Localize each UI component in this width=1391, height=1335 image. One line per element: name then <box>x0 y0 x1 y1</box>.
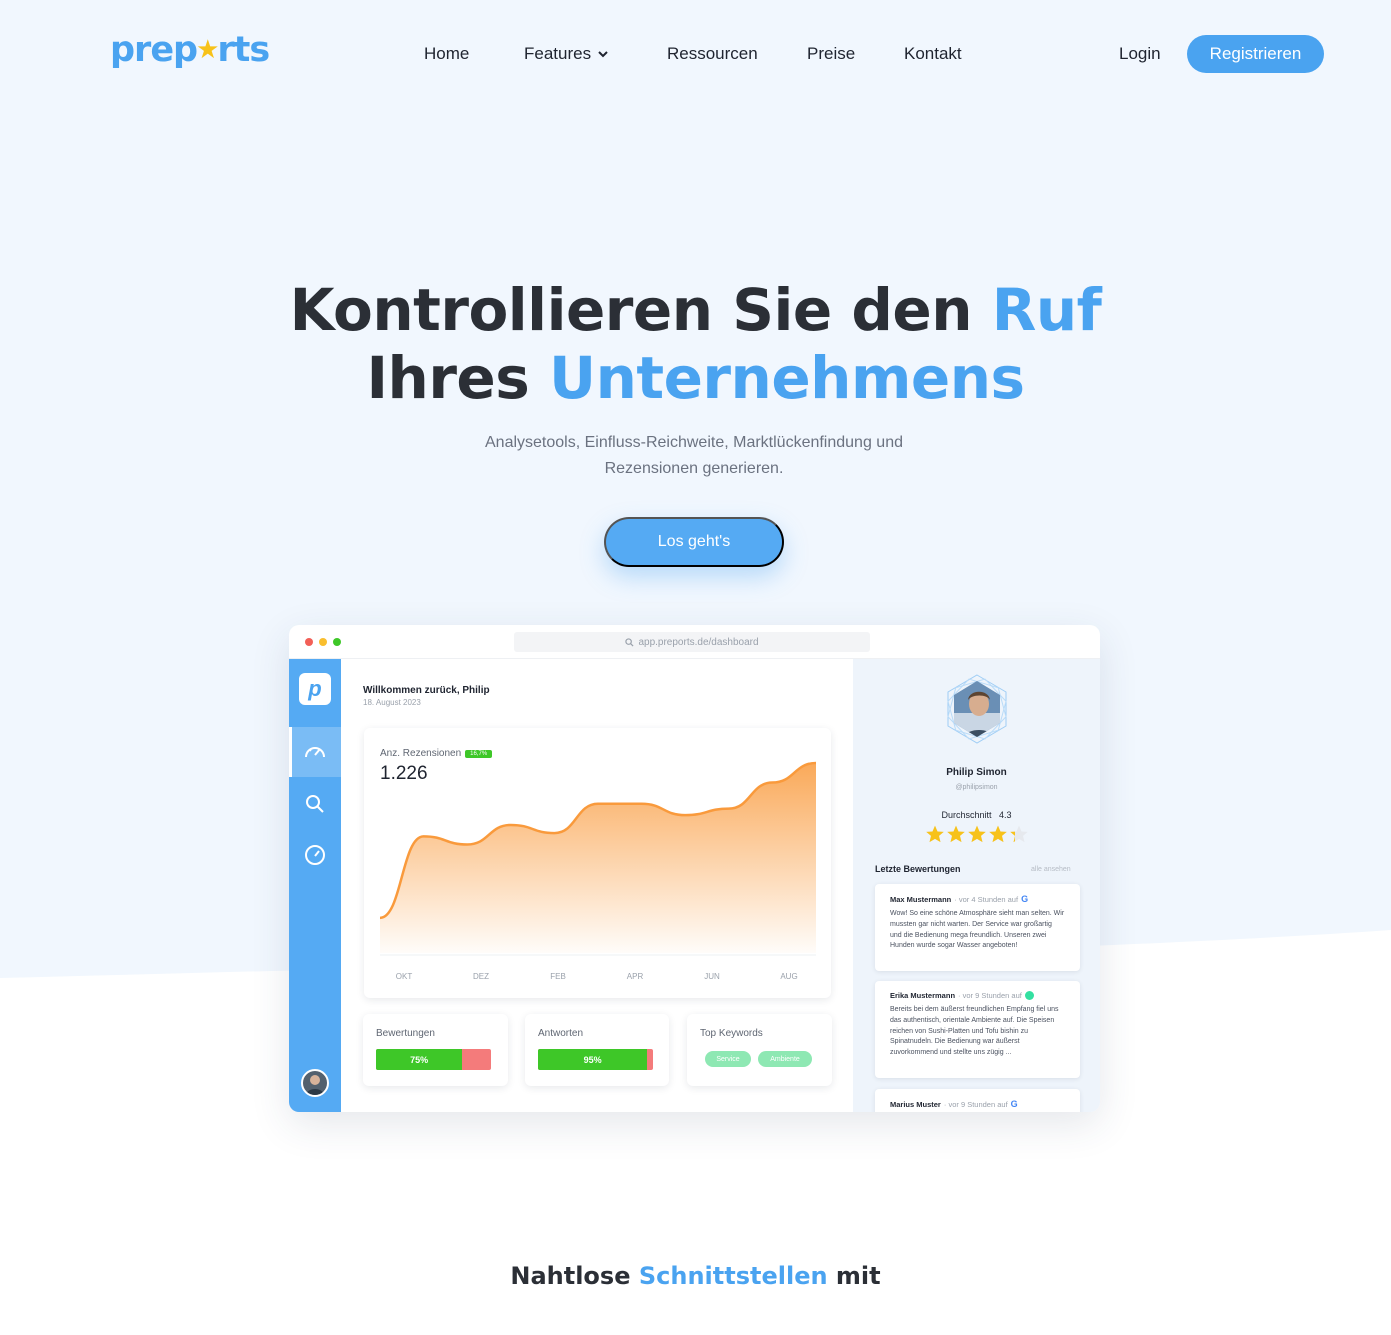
window-minimize-dot <box>319 638 327 646</box>
hero-subtitle-line: Rezensionen generieren. <box>604 460 784 477</box>
window-maximize-dot <box>333 638 341 646</box>
bewertungen-progress: 75% <box>376 1049 491 1070</box>
antworten-card: Antworten 95% <box>525 1014 669 1086</box>
hero-title: Kontrollieren Sie den Ruf Ihres Unterneh… <box>0 276 1391 412</box>
top-navigation: prep ★ rts Home Features Ressourcen Preise… <box>0 0 1391 108</box>
x-tick-label: DEZ <box>473 972 489 981</box>
x-tick-label: FEB <box>550 972 566 981</box>
x-tick-label: AUG <box>780 972 797 981</box>
x-tick-label: OKT <box>396 972 413 981</box>
star-icon <box>925 824 945 844</box>
hero-title-part: Ihres <box>366 344 549 412</box>
reviews-area-chart: OKT DEZ FEB APR JUN AUG <box>379 761 817 981</box>
google-icon: G <box>1021 894 1029 904</box>
review-author: Max Mustermann <box>890 894 952 904</box>
recent-reviews-title: Letzte Bewertungen <box>875 864 961 874</box>
profile-avatar <box>947 674 1007 744</box>
window-close-dot <box>305 638 313 646</box>
review-meta: · vor 4 Stunden auf <box>954 894 1019 904</box>
star-icon <box>988 824 1008 844</box>
hero-subtitle: Analysetools, Einfluss-Reichweite, Markt… <box>420 430 968 482</box>
average-rating: Durchschnitt 4.3 <box>853 810 1100 820</box>
integrations-heading: Nahtlose Schnittstellen mit <box>0 1262 1391 1290</box>
see-all-link[interactable]: alle ansehen <box>1031 866 1071 873</box>
nav-home[interactable]: Home <box>424 44 469 64</box>
logo-text-left: prep <box>110 30 198 70</box>
antworten-title: Antworten <box>538 1028 584 1039</box>
review-meta: · vor 9 Stunden auf <box>958 991 1022 1000</box>
hero-title-part: Kontrollieren Sie den <box>289 276 992 344</box>
chevron-down-icon <box>598 51 608 58</box>
login-link[interactable]: Login <box>1119 44 1161 64</box>
review-text: Wow! So eine schöne Atmosphäre sieht man… <box>890 910 1065 950</box>
average-value: 4.3 <box>999 810 1012 820</box>
integrations-heading-part: mit <box>827 1262 881 1290</box>
top-keywords-card: Top Keywords Service Ambiente <box>687 1014 832 1086</box>
cta-button[interactable]: Los geht's <box>604 517 784 567</box>
review-header: Erika Mustermann · vor 9 Stunden auf <box>890 991 1065 1000</box>
profile-handle: @philipsimon <box>955 784 998 791</box>
star-icon <box>946 824 966 844</box>
nav-preise[interactable]: Preise <box>807 44 855 64</box>
top-keywords-title: Top Keywords <box>700 1028 763 1039</box>
welcome-date: 18. August 2023 <box>363 698 421 707</box>
url-text: app.preports.de/dashboard <box>638 636 759 648</box>
bewertungen-card: Bewertungen 75% <box>363 1014 508 1086</box>
welcome-heading: Willkommen zurück, Philip <box>363 685 490 696</box>
review-author: Erika Mustermann <box>890 991 956 1000</box>
profile-name: Philip Simon <box>946 767 1007 778</box>
hero-title-highlight: Unternehmens <box>548 344 1025 412</box>
hero-subtitle-line: Analysetools, Einfluss-Reichweite, Markt… <box>485 434 903 451</box>
x-tick-label: APR <box>627 972 644 981</box>
reviews-chart-card: Anz. Rezensionen 16,7% 1.226 OKT DEZ FEB AP… <box>364 728 831 998</box>
antworten-progress-fill: 95% <box>538 1049 648 1070</box>
app-logo-icon: p <box>299 673 331 705</box>
star-icon <box>1009 824 1029 844</box>
x-tick-label: JUN <box>704 972 720 981</box>
speedometer-icon[interactable] <box>303 740 327 764</box>
nav-ressourcen[interactable]: Ressourcen <box>667 44 758 64</box>
browser-bar: app.preports.de/dashboard <box>289 625 1100 659</box>
nav-features-label: Features <box>524 44 592 63</box>
star-rating <box>925 824 1029 844</box>
register-button[interactable]: Registrieren <box>1187 35 1324 73</box>
antworten-progress: 95% <box>538 1049 653 1070</box>
review-card[interactable]: Marius Muster · vor 9 Stunden auf G <box>875 1089 1080 1112</box>
chart-area-fill <box>380 763 816 953</box>
search-icon[interactable] <box>303 792 327 816</box>
integrations-heading-highlight: Schnittstellen <box>638 1262 828 1290</box>
user-avatar[interactable] <box>301 1069 329 1097</box>
tripadvisor-icon <box>1024 991 1034 1000</box>
url-bar: app.preports.de/dashboard <box>514 632 870 652</box>
review-card[interactable]: Max Mustermann · vor 4 Stunden auf G Wow… <box>875 884 1080 971</box>
gauge-icon[interactable] <box>303 843 327 867</box>
review-header: Max Mustermann · vor 4 Stunden auf G <box>890 894 1065 904</box>
bewertungen-title: Bewertungen <box>376 1028 435 1039</box>
review-card[interactable]: Erika Mustermann · vor 9 Stunden auf Ber… <box>875 981 1080 1078</box>
review-text: Bereits bei dem äußerst freundlichen Emp… <box>890 1006 1059 1057</box>
star-icon: ★ <box>196 35 219 65</box>
keyword-tag[interactable]: Service <box>705 1051 751 1067</box>
review-header: Marius Muster · vor 9 Stunden auf G <box>890 1099 1065 1109</box>
search-icon <box>625 637 634 647</box>
dashboard-mockup: app.preports.de/dashboard p Willkommen z… <box>289 625 1100 1112</box>
nav-features[interactable]: Features <box>524 44 609 64</box>
review-meta: · vor 9 Stunden auf <box>943 1099 1008 1109</box>
nav-kontakt[interactable]: Kontakt <box>904 44 962 64</box>
average-label: Durchschnitt <box>941 810 992 820</box>
profile-panel: Philip Simon @philipsimon Durchschnitt 4… <box>853 659 1100 1112</box>
app-sidebar: p <box>289 659 341 1112</box>
star-icon <box>967 824 987 844</box>
keyword-tag[interactable]: Ambiente <box>758 1051 812 1067</box>
bewertungen-progress-fill: 75% <box>376 1049 463 1070</box>
integrations-heading-part: Nahtlose <box>510 1262 639 1290</box>
google-icon: G <box>1010 1099 1018 1109</box>
logo-text-right: rts <box>217 30 270 70</box>
logo[interactable]: prep ★ rts <box>110 30 270 70</box>
hero-title-highlight: Ruf <box>991 276 1102 344</box>
review-author: Marius Muster <box>890 1099 941 1109</box>
